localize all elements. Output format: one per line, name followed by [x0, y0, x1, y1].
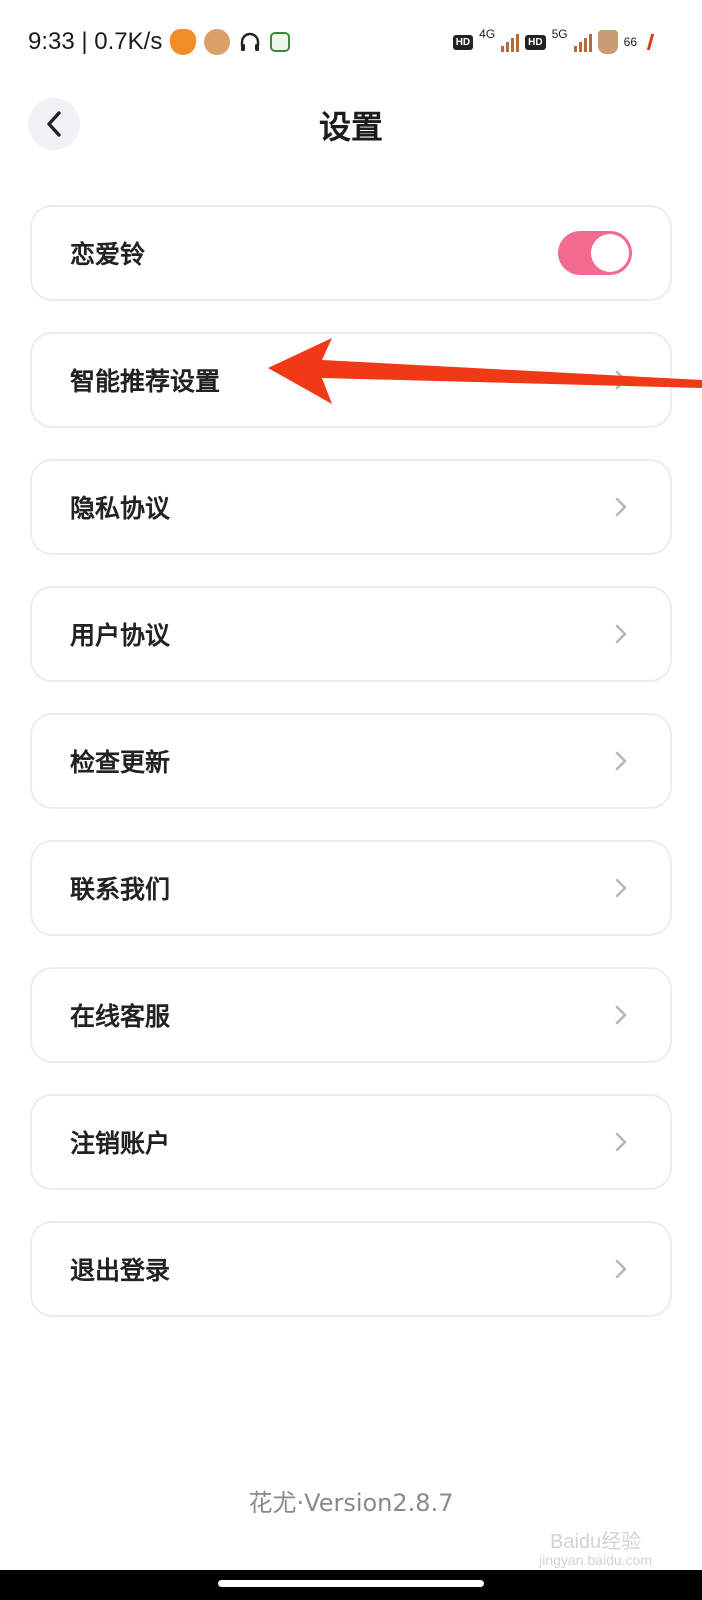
sim1-network-type: 4G [479, 27, 496, 41]
settings-item-label: 恋爱铃 [70, 240, 146, 269]
settings-item-label: 隐私协议 [70, 494, 171, 523]
settings-item-label: 用户协议 [70, 621, 171, 650]
settings-item-user-agreement[interactable]: 用户协议 [30, 586, 672, 682]
sim2-signal-icon [573, 32, 592, 52]
settings-item-love-bell: 恋爱铃 [30, 205, 672, 301]
watermark-text: Baidu经验 [549, 1530, 642, 1553]
settings-item-check-update[interactable]: 检查更新 [30, 713, 672, 809]
chevron-right-icon [610, 1131, 632, 1153]
settings-item-label: 联系我们 [70, 875, 171, 904]
carrot-sticker-icon [170, 29, 197, 55]
settings-item-logout[interactable]: 退出登录 [30, 1221, 672, 1317]
headphones-icon [238, 30, 262, 54]
chevron-right-icon [610, 496, 632, 518]
settings-item-online-support[interactable]: 在线客服 [30, 967, 672, 1063]
chevron-right-icon [610, 750, 632, 772]
page-title: 设置 [318, 108, 383, 146]
status-left: 9:33 | 0.7K/s [28, 28, 291, 56]
battery-level: 66 [623, 35, 637, 49]
toggle-knob [591, 234, 629, 272]
hd-badge-sim1: HD [452, 34, 474, 50]
charging-icon [646, 34, 665, 50]
face-sticker-icon [204, 29, 231, 55]
love-bell-toggle[interactable] [558, 231, 632, 275]
settings-item-contact-us[interactable]: 联系我们 [30, 840, 672, 936]
chevron-right-icon [610, 877, 632, 899]
system-nav-bar [0, 1570, 702, 1600]
watermark-sub: jingyan.baidu.com [539, 1551, 652, 1568]
settings-item-delete-account[interactable]: 注销账户 [30, 1094, 672, 1190]
settings-item-privacy-policy[interactable]: 隐私协议 [30, 459, 672, 555]
status-bar: 9:33 | 0.7K/s HD 4G HD 5G 66 [0, 0, 702, 90]
sim2-network-type: 5G [551, 27, 568, 41]
status-right: HD 4G HD 5G 66 [452, 27, 665, 54]
hd-badge-sim2: HD [525, 34, 546, 50]
gallery-notification-icon [270, 32, 291, 52]
sim1-signal-icon [501, 32, 520, 52]
settings-item-label: 智能推荐设置 [70, 367, 221, 396]
settings-item-label: 注销账户 [70, 1129, 171, 1158]
annotation-arrow-icon [268, 338, 702, 404]
chevron-right-icon [610, 1004, 632, 1026]
home-indicator[interactable] [218, 1580, 484, 1587]
header: 设置 [0, 90, 702, 160]
status-time-speed: 9:33 | 0.7K/s [28, 28, 163, 55]
chevron-right-icon [610, 1258, 632, 1280]
baidu-watermark: Baidu经验 jingyan.baidu.com [539, 1531, 652, 1568]
settings-item-label: 退出登录 [70, 1256, 171, 1285]
settings-item-label: 在线客服 [70, 1002, 171, 1031]
settings-item-label: 检查更新 [70, 748, 171, 777]
app-version: 花尤·Version2.8.7 [248, 1489, 454, 1517]
battery-icon [597, 30, 618, 54]
chevron-right-icon [610, 623, 632, 645]
